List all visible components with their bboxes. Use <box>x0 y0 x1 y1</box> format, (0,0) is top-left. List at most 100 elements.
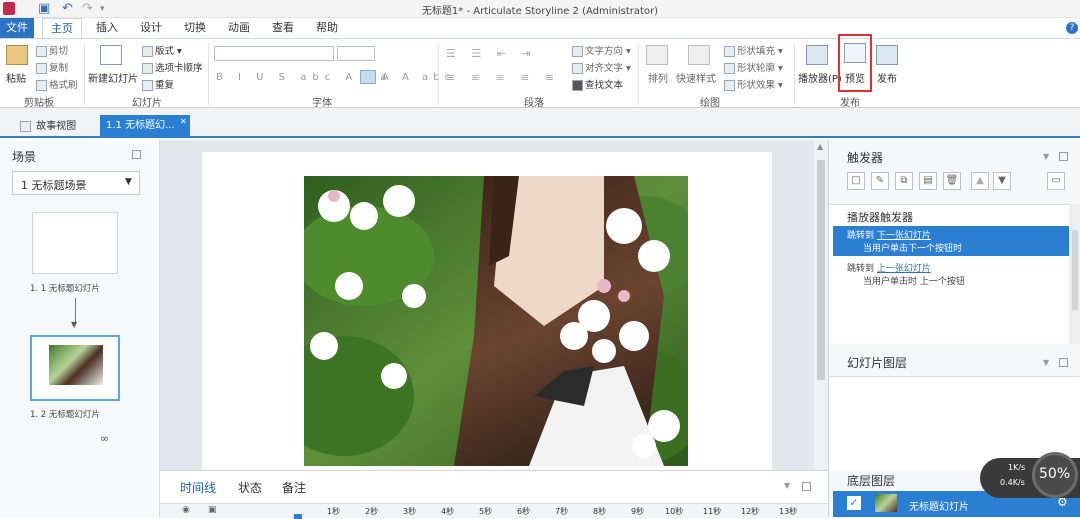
timeline-tab-timeline[interactable]: 时间线 <box>180 479 216 496</box>
font-color-buttons[interactable]: A A abc <box>382 72 455 83</box>
scenes-title: 场景 <box>12 150 37 164</box>
panel-menu-icon[interactable]: ▼ <box>1043 152 1049 161</box>
list-buttons[interactable]: ☰ ☰ ⇤ ⇥ <box>446 47 537 60</box>
ruler-tick: 10秒 <box>665 507 684 516</box>
tab-insert[interactable]: 插入 <box>94 18 120 38</box>
panel-restore-icon[interactable] <box>802 482 811 491</box>
layout-button[interactable]: 版式 ▾ <box>142 43 182 57</box>
arrange-button[interactable]: 排列 <box>648 70 668 85</box>
tab-story-view[interactable]: 故事视图 <box>14 116 82 138</box>
triggers-scrollbar[interactable] <box>1069 204 1080 344</box>
vertical-scrollbar[interactable]: ▲ <box>814 140 828 470</box>
group-slides-label: 幻灯片 <box>132 98 162 109</box>
publish-button[interactable]: 发布 <box>877 70 897 85</box>
slide-thumbnail-1[interactable] <box>32 212 118 274</box>
copy-button[interactable]: 复制 <box>36 60 68 74</box>
find-text-button[interactable]: 查找文本 <box>572 77 623 91</box>
panel-restore-icon[interactable] <box>1059 358 1068 367</box>
tab-help[interactable]: 帮助 <box>314 18 340 38</box>
panel-menu-icon[interactable]: ▼ <box>784 481 790 490</box>
move-down-button[interactable]: ▼ <box>993 172 1011 190</box>
tab-order-button[interactable]: 选项卡顺序 <box>142 60 203 74</box>
slide-stage[interactable] <box>202 152 772 470</box>
copy-trigger-button[interactable]: ⧉ <box>895 172 913 190</box>
photo-illustration <box>304 176 688 466</box>
help-icon[interactable]: ? <box>1066 22 1078 34</box>
fill-icon <box>724 46 735 57</box>
cut-label: 剪切 <box>49 46 69 57</box>
trigger-target-link[interactable]: 下一张幻灯片 <box>877 231 931 241</box>
align-text-button[interactable]: 对齐文字 ▾ <box>572 60 631 74</box>
slide-thumbnail-2[interactable] <box>30 335 120 401</box>
player-icon[interactable] <box>806 45 828 65</box>
ruler-tick: 3秒 <box>403 507 417 516</box>
scroll-thumb[interactable] <box>1072 230 1078 310</box>
text-direction-button[interactable]: 文字方向 ▾ <box>572 43 631 57</box>
lock-icon[interactable]: ▣ <box>208 505 217 515</box>
font-name-dropdown[interactable] <box>214 46 334 61</box>
paste-trigger-button[interactable]: ▤ <box>919 172 937 190</box>
cut-button[interactable]: 剪切 <box>36 43 68 57</box>
duplicate-button[interactable]: 重复 <box>142 77 174 91</box>
story-view-icon <box>20 120 31 132</box>
trigger-window-button[interactable]: ▭ <box>1047 172 1065 190</box>
new-trigger-button[interactable]: □ <box>847 172 865 190</box>
checkbox[interactable]: ✓ <box>847 496 861 510</box>
shape-fill-button[interactable]: 形状填充 ▾ <box>724 43 783 57</box>
trigger-item-prev[interactable]: 跳转到 上一张幻灯片 当用户单击时 上一个按钮 <box>833 259 1080 289</box>
trigger-item-next-line1: 跳转到 下一张幻灯片 <box>847 228 931 241</box>
format-painter-button[interactable]: 格式刷 <box>36 77 78 91</box>
tab-file[interactable]: 文件 <box>0 18 34 38</box>
tab-animations[interactable]: 动画 <box>226 18 252 38</box>
panel-restore-icon[interactable] <box>1059 152 1068 161</box>
player-button[interactable]: 播放器(P) <box>798 70 842 85</box>
paste-button[interactable]: 粘贴 <box>6 70 26 85</box>
delete-trigger-button[interactable]: 🗑 <box>943 172 961 190</box>
panel-menu-icon[interactable]: ▼ <box>1043 358 1049 367</box>
timeline-tab-notes[interactable]: 备注 <box>282 479 306 496</box>
scene-dropdown-value: 1 无标题场景 <box>21 179 87 192</box>
font-size-dropdown[interactable] <box>337 46 375 61</box>
align-text-label: 对齐文字 <box>585 63 624 74</box>
trigger-action: 跳转到 <box>847 231 875 241</box>
scroll-up-icon[interactable]: ▲ <box>817 142 823 151</box>
shape-outline-label: 形状轮廓 <box>737 63 776 74</box>
trigger-target-link[interactable]: 上一张幻灯片 <box>877 264 931 274</box>
align-buttons[interactable]: ≡ ≡ ≡ ≡ ≡ <box>446 71 560 84</box>
shape-outline-button[interactable]: 形状轮廓 ▾ <box>724 60 783 74</box>
tab-view[interactable]: 查看 <box>270 18 296 38</box>
speed-gauge: 50% <box>1032 452 1078 498</box>
scroll-thumb[interactable] <box>817 160 825 380</box>
paste-icon[interactable] <box>6 45 28 65</box>
eye-icon[interactable]: ◉ <box>182 505 190 515</box>
ruler-tick: 1秒 <box>327 507 341 516</box>
new-slide-button[interactable]: 新建幻灯片 <box>88 70 138 85</box>
timeline-tab-states[interactable]: 状态 <box>238 479 262 496</box>
publish-icon[interactable] <box>876 45 898 65</box>
edit-trigger-button[interactable]: ✎ <box>871 172 889 190</box>
close-tab-icon[interactable]: ✕ <box>180 117 187 126</box>
panel-restore-icon[interactable] <box>132 150 141 159</box>
tab-transitions[interactable]: 切换 <box>182 18 208 38</box>
move-up-button[interactable]: ▲ <box>971 172 989 190</box>
new-slide-icon[interactable] <box>100 45 122 65</box>
ribbon-separator <box>208 43 209 105</box>
tab-home[interactable]: 主页 <box>42 18 82 38</box>
quick-styles-button[interactable]: 快速样式 <box>676 70 716 85</box>
text-direction-label: 文字方向 <box>585 46 624 57</box>
slide-photo[interactable] <box>304 176 688 466</box>
text-direction-icon <box>572 46 583 57</box>
trigger-item-prev-line1: 跳转到 上一张幻灯片 <box>847 261 931 274</box>
shape-effects-button[interactable]: 形状效果 ▾ <box>724 77 783 91</box>
preview-icon[interactable] <box>844 43 866 63</box>
quick-styles-icon[interactable] <box>688 45 710 65</box>
trigger-item-next[interactable]: 跳转到 下一张幻灯片 当用户单击下一个按钮时 <box>833 226 1080 256</box>
scene-dropdown[interactable]: 1 无标题场景 ▼ <box>12 171 140 195</box>
preview-button[interactable]: 预览 <box>845 70 865 85</box>
speed-percent: 50% <box>1039 466 1071 482</box>
tab-design[interactable]: 设计 <box>138 18 164 38</box>
tab-slide-1-1[interactable]: 1.1 无标题幻... <box>100 115 190 138</box>
ruler-tick: 2秒 <box>365 507 379 516</box>
arrange-icon[interactable] <box>646 45 668 65</box>
highlight-icon[interactable] <box>360 70 376 84</box>
